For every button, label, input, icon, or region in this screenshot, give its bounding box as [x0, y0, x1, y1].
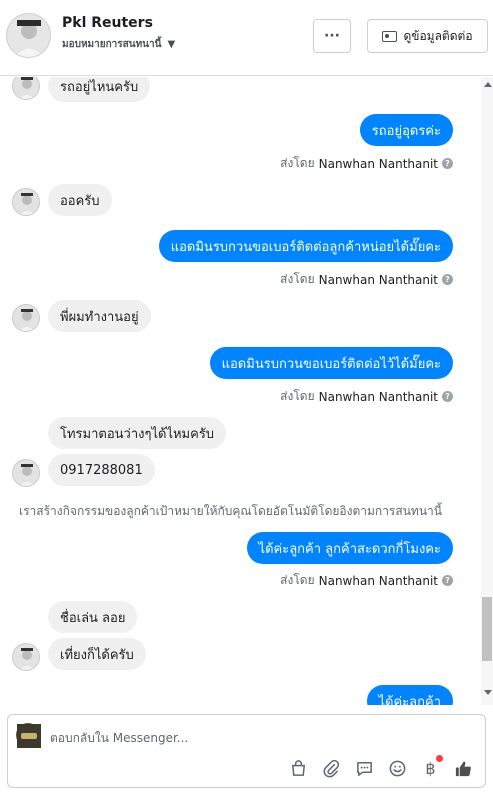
baht-symbol: ฿	[425, 759, 436, 778]
incoming-message: 0917288081	[48, 454, 155, 486]
baht-icon[interactable]: ฿	[421, 755, 443, 778]
sender-avatar	[12, 77, 40, 100]
help-icon[interactable]: ?	[442, 575, 453, 586]
sent-by-prefix: ส่งโดย	[280, 389, 315, 403]
notification-dot	[436, 755, 443, 762]
scroll-down-icon[interactable]	[484, 690, 492, 695]
sender-avatar	[12, 304, 40, 332]
sent-by-info: ส่งโดย Nanwhan Nanthanit ?	[280, 154, 453, 173]
incoming-message: รถอยู่ไหนครับ	[48, 77, 151, 102]
sender-name: Nanwhan Nanthanit	[318, 156, 438, 171]
incoming-message: พี่ผมทำงานอยู่	[48, 300, 151, 332]
outgoing-message: แอดมินรบกวนขอเบอร์ติดต่อลูกค้าหน่อยได้มั…	[158, 230, 453, 262]
scroll-up-icon[interactable]	[484, 82, 492, 87]
emoji-icon[interactable]	[388, 759, 407, 778]
contact-avatar[interactable]	[6, 13, 51, 58]
sent-by-info: ส่งโดย Nanwhan Nanthanit ?	[280, 571, 453, 590]
conversation-header: Pkl Reuters มอบหมายการสนทนานี้ ▼ ··· ดูข…	[0, 0, 493, 76]
composer-toolbar: ฿	[289, 755, 473, 778]
caret-down-icon: ▼	[167, 39, 176, 50]
outgoing-message: รถอยู่อุดรค่ะ	[359, 114, 453, 146]
message-thread[interactable]: รถอยู่ไหนครับ รถอยู่อุดรค่ะ ส่งโดย Nanwh…	[0, 77, 493, 705]
incoming-message: โทรมาตอนว่างๆได้ไหมครับ	[48, 417, 227, 449]
sender-avatar	[12, 643, 40, 671]
lead-activity-notice: เราสร้างกิจกรรมของลูกค้าเป้าหมายให้กับคุ…	[19, 504, 442, 518]
contact-name[interactable]: Pkl Reuters	[62, 15, 153, 31]
incoming-message: ออครับ	[48, 184, 112, 216]
thumbs-up-icon[interactable]	[454, 759, 473, 778]
sent-by-prefix: ส่งโดย	[280, 573, 315, 587]
view-contact-button[interactable]: ดูข้อมูลติดต่อ	[367, 19, 488, 53]
sent-by-info: ส่งโดย Nanwhan Nanthanit ?	[280, 387, 453, 406]
assign-conversation[interactable]: มอบหมายการสนทนานี้ ▼	[62, 37, 175, 52]
incoming-message: ชื่อเล่น ลอย	[48, 601, 138, 633]
contact-card-icon	[382, 30, 398, 42]
more-options-label: ···	[324, 28, 340, 44]
sent-by-info: ส่งโดย Nanwhan Nanthanit ?	[280, 270, 453, 289]
page-avatar	[16, 723, 41, 748]
outgoing-message: ได้ค่ะลูกค้า	[366, 685, 453, 705]
help-icon[interactable]: ?	[442, 274, 453, 285]
outgoing-message: ได้ค่ะลูกค้า ลูกค้าสะดวกกี่โมงคะ	[246, 532, 453, 564]
shopping-bag-icon[interactable]	[289, 759, 308, 778]
sent-by-prefix: ส่งโดย	[280, 156, 315, 170]
sender-name: Nanwhan Nanthanit	[318, 573, 438, 588]
sender-name: Nanwhan Nanthanit	[318, 272, 438, 287]
outgoing-message: แอดมินรบกวนขอเบอร์ติดต่อไว้ได้มั๊ยคะ	[209, 347, 453, 379]
paperclip-icon[interactable]	[322, 759, 341, 778]
sender-avatar	[12, 188, 40, 216]
reply-input[interactable]: ตอบกลับใน Messenger...	[50, 729, 188, 748]
help-icon[interactable]: ?	[442, 391, 453, 402]
reply-composer[interactable]: ตอบกลับใน Messenger... ฿	[7, 714, 486, 788]
sender-avatar	[12, 459, 40, 487]
scrollbar-thumb[interactable]	[482, 597, 492, 661]
view-contact-label: ดูข้อมูลติดต่อ	[403, 28, 473, 43]
sender-name: Nanwhan Nanthanit	[318, 389, 438, 404]
more-options-button[interactable]: ···	[313, 19, 351, 53]
incoming-message: เที่ยงก็ได้ครับ	[48, 638, 146, 670]
help-icon[interactable]: ?	[442, 158, 453, 169]
assign-conversation-label: มอบหมายการสนทนานี้	[62, 39, 162, 50]
sent-by-prefix: ส่งโดย	[280, 272, 315, 286]
saved-reply-icon[interactable]	[355, 759, 374, 778]
